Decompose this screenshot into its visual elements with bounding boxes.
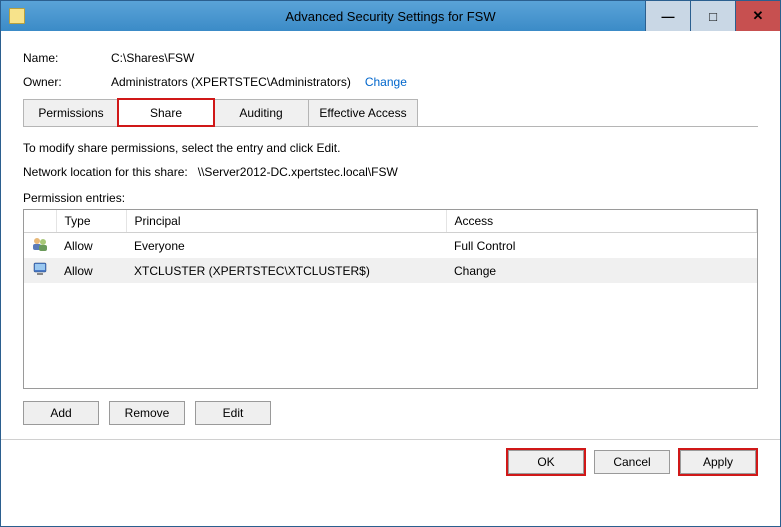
folder-icon <box>9 8 25 24</box>
dialog-footer: OK Cancel Apply <box>23 450 758 474</box>
tab-auditing[interactable]: Auditing <box>213 99 309 126</box>
name-value: C:\Shares\FSW <box>111 51 194 65</box>
entry-access: Full Control <box>446 233 757 259</box>
name-label: Name: <box>23 51 111 65</box>
col-icon[interactable] <box>24 210 56 233</box>
col-principal[interactable]: Principal <box>126 210 446 233</box>
apply-button[interactable]: Apply <box>680 450 756 474</box>
content-area: Name: C:\Shares\FSW Owner: Administrator… <box>1 31 780 486</box>
permission-entries-label: Permission entries: <box>23 191 758 205</box>
entry-actions: Add Remove Edit <box>23 401 758 425</box>
change-owner-link[interactable]: Change <box>365 75 407 89</box>
owner-label: Owner: <box>23 75 111 89</box>
close-button[interactable]: ✕ <box>735 1 780 31</box>
entry-principal: Everyone <box>126 233 446 259</box>
users-icon <box>24 233 56 259</box>
entry-type: Allow <box>56 233 126 259</box>
col-type[interactable]: Type <box>56 210 126 233</box>
minimize-button[interactable]: — <box>645 1 690 31</box>
maximize-button[interactable]: □ <box>690 1 735 31</box>
tab-permissions[interactable]: Permissions <box>23 99 119 126</box>
col-access[interactable]: Access <box>446 210 757 233</box>
table-row[interactable]: Allow Everyone Full Control <box>24 233 757 259</box>
divider <box>1 439 780 440</box>
titlebar: Advanced Security Settings for FSW — □ ✕ <box>1 1 780 31</box>
network-location-row: Network location for this share: \\Serve… <box>23 165 758 179</box>
owner-value: Administrators (XPERTSTEC\Administrators… <box>111 75 351 89</box>
entry-type: Allow <box>56 258 126 283</box>
window-controls: — □ ✕ <box>645 1 780 31</box>
netloc-value: \\Server2012-DC.xpertstec.local\FSW <box>198 165 398 179</box>
tab-strip: Permissions Share Auditing Effective Acc… <box>23 99 758 127</box>
name-row: Name: C:\Shares\FSW <box>23 51 758 65</box>
ok-button[interactable]: OK <box>508 450 584 474</box>
entry-principal: XTCLUSTER (XPERTSTEC\XTCLUSTER$) <box>126 258 446 283</box>
tab-share[interactable]: Share <box>118 99 214 126</box>
table-row[interactable]: Allow XTCLUSTER (XPERTSTEC\XTCLUSTER$) C… <box>24 258 757 283</box>
remove-button[interactable]: Remove <box>109 401 185 425</box>
cancel-button[interactable]: Cancel <box>594 450 670 474</box>
add-button[interactable]: Add <box>23 401 99 425</box>
permission-entries-table[interactable]: Type Principal Access Allow Everyone Ful… <box>23 209 758 389</box>
edit-button[interactable]: Edit <box>195 401 271 425</box>
instructions-text: To modify share permissions, select the … <box>23 141 758 155</box>
computer-icon <box>24 258 56 283</box>
owner-row: Owner: Administrators (XPERTSTEC\Adminis… <box>23 75 758 89</box>
netloc-label: Network location for this share: <box>23 165 188 179</box>
entry-access: Change <box>446 258 757 283</box>
tab-effective-access[interactable]: Effective Access <box>308 99 418 126</box>
